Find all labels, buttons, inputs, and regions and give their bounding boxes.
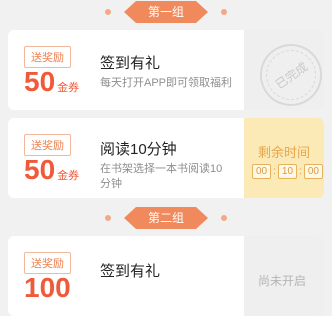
decor-dot	[221, 9, 227, 15]
task-desc: 在书架选择一本书阅读10分钟	[100, 163, 223, 190]
reward-badge: 送奖励	[24, 134, 71, 156]
countdown-minutes: 10	[277, 164, 298, 179]
group-label: 第二组	[124, 207, 208, 229]
countdown-seconds: 00	[303, 164, 323, 179]
reward-badge: 送奖励	[24, 252, 71, 274]
task-title: 阅读10分钟	[100, 141, 177, 158]
reward-badge: 送奖励	[24, 46, 71, 68]
task-title: 签到有礼	[100, 263, 161, 280]
countdown-hours: 00	[252, 164, 272, 179]
remaining-time-label: 剩余时间	[257, 145, 310, 160]
task-card-checkin[interactable]: 已完成 送奖励 50 金券 签到有礼 每天打开APP即可领取福利	[8, 30, 324, 110]
decor-dot	[221, 215, 227, 221]
reward-amount: 50 金券	[24, 154, 80, 185]
group-header-2: 第二组	[0, 207, 332, 229]
task-title: 签到有礼	[100, 55, 161, 72]
status-panel: 尚未开启	[244, 236, 324, 316]
reward-amount: 50 金券	[24, 66, 80, 97]
group-label: 第一组	[124, 1, 208, 23]
completed-stamp: 已完成	[247, 31, 324, 110]
reward-amount: 100	[24, 272, 71, 303]
task-card-checkin-2[interactable]: 尚未开启 送奖励 100 签到有礼	[8, 236, 324, 316]
decor-dot	[105, 215, 111, 221]
task-card-read[interactable]: 剩余时间 00 : 10 : 00 送奖励 50 金券 阅读10分钟 在书架选择一…	[8, 118, 324, 198]
decor-dot	[105, 9, 111, 15]
group-header-1: 第一组	[0, 1, 332, 23]
status-panel: 已完成	[244, 30, 324, 110]
status-panel: 剩余时间 00 : 10 : 00	[244, 118, 324, 198]
task-desc: 每天打开APP即可领取福利	[100, 77, 233, 89]
countdown: 00 : 10 : 00	[252, 164, 323, 179]
